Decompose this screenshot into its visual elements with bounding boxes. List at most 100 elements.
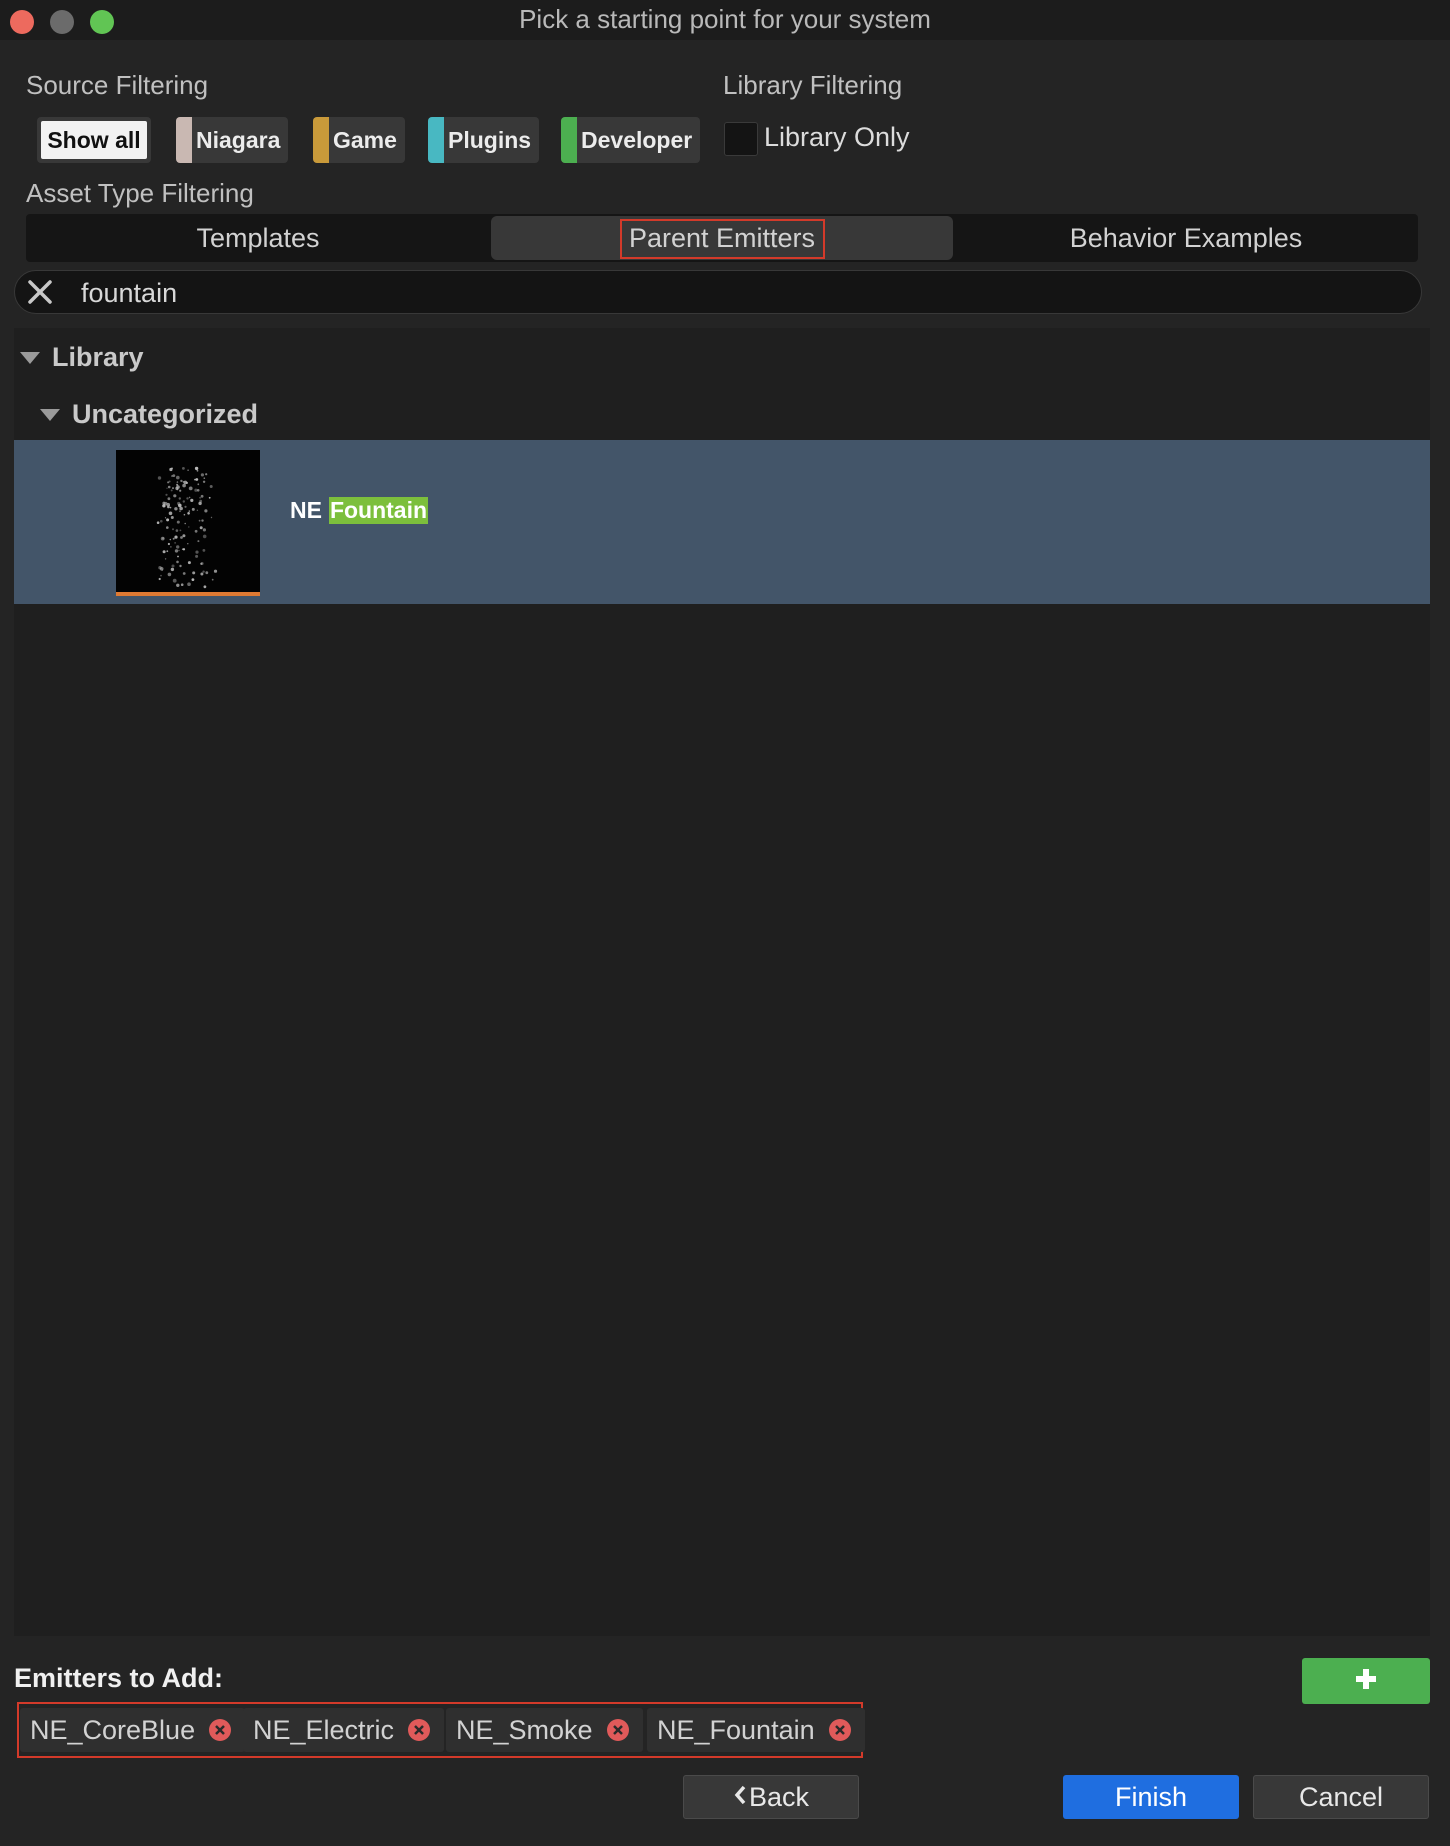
particle-dot bbox=[204, 509, 208, 513]
filter-chip-plugins[interactable]: Plugins bbox=[428, 117, 540, 163]
particle-dot bbox=[171, 467, 173, 470]
particle-dot bbox=[178, 503, 182, 508]
particle-dot bbox=[198, 501, 202, 506]
particle-dot bbox=[167, 542, 170, 546]
chip-label: Developer bbox=[581, 126, 693, 153]
particle-dot bbox=[172, 474, 176, 477]
particle-dot bbox=[182, 500, 185, 503]
filter-chip-game[interactable]: Game bbox=[313, 117, 405, 163]
particle-dot bbox=[211, 578, 214, 581]
expand-triangle-icon[interactable] bbox=[40, 408, 60, 421]
tab-templates[interactable]: Templates bbox=[26, 216, 490, 260]
chip-label: Game bbox=[333, 126, 397, 153]
expand-triangle-icon[interactable] bbox=[20, 351, 40, 364]
search-input[interactable] bbox=[79, 274, 1383, 312]
particle-dot bbox=[196, 509, 199, 511]
cancel-button[interactable]: Cancel bbox=[1253, 1775, 1429, 1819]
asset-type-filtering-label: Asset Type Filtering bbox=[26, 178, 254, 208]
particle-dot bbox=[185, 481, 188, 484]
particle-dot bbox=[174, 542, 176, 544]
tree-row-uncategorized[interactable]: Uncategorized bbox=[40, 399, 258, 430]
title-bar: Pick a starting point for your system bbox=[0, 0, 1450, 40]
emitter-chip: NE_Smoke bbox=[446, 1708, 643, 1752]
particle-dot bbox=[186, 497, 189, 500]
library-only-checkbox[interactable] bbox=[724, 122, 758, 156]
particle-dot bbox=[162, 504, 166, 508]
asset-row-ne-fountain[interactable]: NE Fountain bbox=[14, 440, 1430, 604]
particle-dot bbox=[179, 529, 182, 532]
particle-dot bbox=[179, 510, 181, 513]
tree-row-library[interactable]: Library bbox=[20, 342, 144, 373]
particle-dot bbox=[182, 467, 185, 470]
particle-dot bbox=[208, 496, 211, 499]
remove-emitter-icon[interactable] bbox=[209, 1719, 232, 1741]
particle-dot bbox=[203, 585, 207, 589]
filter-chip-niagara[interactable]: Niagara bbox=[176, 117, 289, 163]
close-icon[interactable] bbox=[25, 277, 55, 307]
particle-dot bbox=[160, 519, 163, 523]
particle-dot bbox=[187, 512, 190, 515]
particle-dot bbox=[205, 571, 209, 575]
particle-dot bbox=[200, 572, 204, 576]
particle-dot bbox=[202, 549, 206, 552]
particle-dot bbox=[194, 529, 198, 533]
particle-dot bbox=[173, 494, 177, 498]
particle-dot bbox=[172, 528, 174, 531]
particle-dot bbox=[176, 583, 180, 587]
particle-dot bbox=[205, 473, 208, 476]
particle-dot bbox=[195, 554, 199, 558]
particle-dot bbox=[172, 537, 175, 540]
filter-chip-developer[interactable]: Developer bbox=[561, 117, 701, 163]
remove-emitter-icon[interactable] bbox=[408, 1719, 431, 1741]
particle-dot bbox=[175, 529, 179, 532]
particle-dot bbox=[199, 526, 203, 530]
particle-dot bbox=[187, 469, 189, 471]
library-only-label: Library Only bbox=[764, 122, 910, 152]
particle-dot bbox=[179, 506, 183, 511]
back-label: Back bbox=[748, 1781, 810, 1812]
particle-dot bbox=[164, 517, 167, 519]
particle-dot bbox=[169, 506, 172, 509]
finish-button[interactable]: Finish bbox=[1063, 1775, 1239, 1819]
particle-dot bbox=[159, 567, 164, 571]
particle-dot bbox=[169, 538, 172, 541]
tree-label-library: Library bbox=[52, 342, 144, 372]
particle-dot bbox=[165, 493, 168, 496]
back-button[interactable]: Back bbox=[683, 1775, 859, 1819]
particle-dot bbox=[179, 564, 182, 568]
tree-label-uncategorized: Uncategorized bbox=[72, 399, 259, 429]
particle-dot bbox=[160, 574, 162, 577]
chip-color-game bbox=[313, 117, 329, 163]
particle-dot bbox=[203, 477, 206, 479]
particle-dot bbox=[177, 555, 179, 558]
particle-dot bbox=[192, 571, 196, 575]
particle-dot bbox=[191, 578, 195, 581]
particle-dot bbox=[158, 577, 161, 581]
particle-dot bbox=[195, 550, 199, 554]
particle-dot bbox=[166, 518, 170, 522]
emitter-chip: NE_CoreBlue bbox=[20, 1708, 246, 1752]
particle-dot bbox=[200, 562, 203, 565]
search-match-highlight: Fountain bbox=[328, 497, 429, 524]
add-emitter-button[interactable] bbox=[1302, 1658, 1430, 1704]
particle-dot bbox=[160, 536, 165, 541]
show-all-button[interactable]: Show all bbox=[37, 117, 151, 163]
particle-dot bbox=[191, 507, 195, 511]
particle-dot bbox=[175, 486, 179, 490]
particle-dot bbox=[174, 549, 179, 553]
remove-emitter-icon[interactable] bbox=[606, 1719, 629, 1741]
tab-behavior-examples[interactable]: Behavior Examples bbox=[954, 216, 1418, 260]
plus-icon bbox=[1354, 1667, 1378, 1696]
particle-dot bbox=[166, 487, 168, 489]
library-filtering-label: Library Filtering bbox=[723, 70, 903, 100]
asset-name: NE Fountain bbox=[290, 497, 429, 524]
particle-dot bbox=[179, 489, 182, 492]
emitter-name: NE_CoreBlue bbox=[30, 1714, 196, 1745]
particle-dot bbox=[209, 485, 213, 488]
particle-dot bbox=[176, 560, 179, 564]
tab-parent-emitters[interactable]: Parent Emitters bbox=[491, 216, 953, 260]
remove-emitter-icon[interactable] bbox=[828, 1719, 851, 1741]
particle-dot bbox=[188, 486, 193, 491]
particle-dot bbox=[187, 543, 189, 545]
asset-tree-panel: Library Uncategorized NE Fountain bbox=[14, 328, 1430, 1636]
